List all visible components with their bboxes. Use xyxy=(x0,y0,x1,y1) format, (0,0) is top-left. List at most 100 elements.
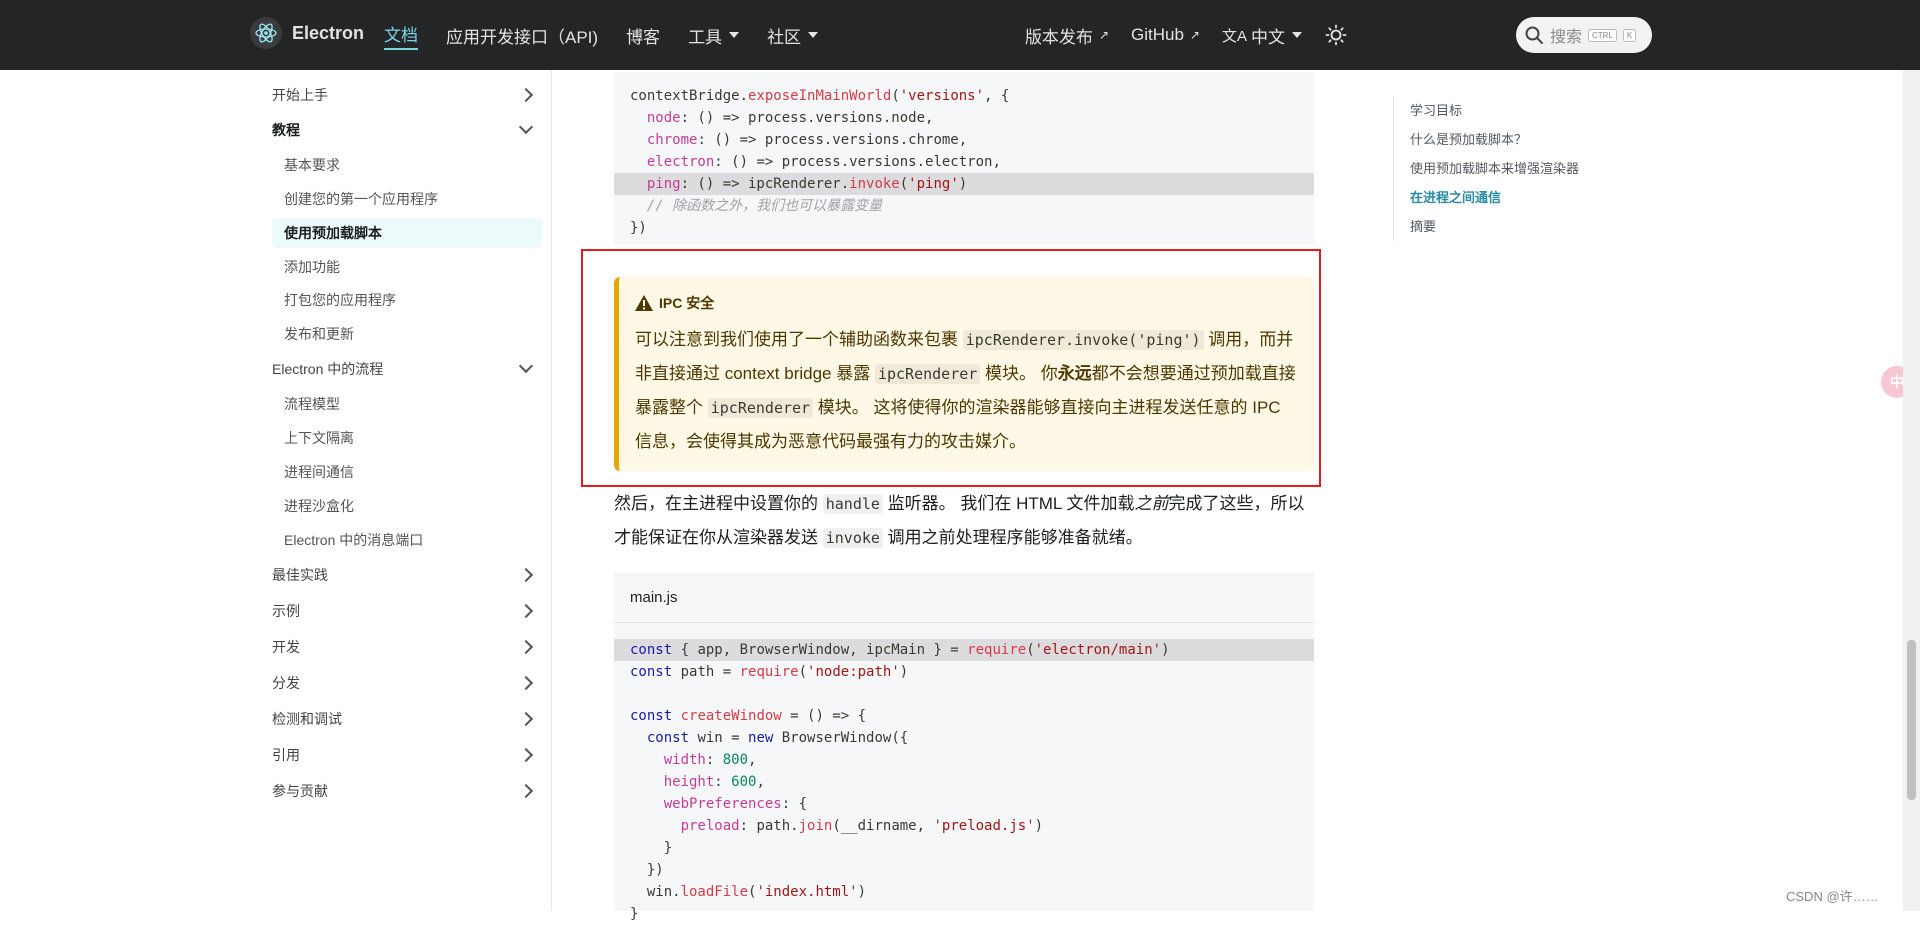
brand-name: Electron xyxy=(292,22,365,43)
sidebar-item-message-ports[interactable]: Electron 中的消息端口 xyxy=(272,525,542,555)
code-line-highlighted: const { app, BrowserWindow, ipcMain } = … xyxy=(614,639,1314,661)
sidebar-item-label: 开始上手 xyxy=(272,87,328,103)
sidebar-item-references[interactable]: 引用 xyxy=(272,740,537,770)
sidebar-item-label: 开发 xyxy=(272,639,300,655)
toc-item-augment-renderer[interactable]: 使用预加载脚本来增强渲染器 xyxy=(1410,154,1623,183)
code-line: win.loadFile('index.html') xyxy=(630,884,867,900)
sidebar-item-sandbox[interactable]: 进程沙盒化 xyxy=(272,491,542,521)
sidebar-item-contributing[interactable]: 参与贡献 xyxy=(272,776,537,806)
sidebar-item-development[interactable]: 开发 xyxy=(272,632,537,662)
page-scrollbar[interactable] xyxy=(1903,70,1920,911)
sidebar-item-label: Electron 中的流程 xyxy=(272,361,384,377)
nav-docs[interactable]: 文档 xyxy=(384,21,418,50)
electron-logo-icon xyxy=(250,17,282,49)
search-icon xyxy=(1525,26,1543,44)
translate-icon: 文A xyxy=(1221,27,1247,45)
sidebar-item-label: 示例 xyxy=(272,603,300,619)
sidebar-item-best-practices[interactable]: 最佳实践 xyxy=(272,560,537,590)
sidebar-item-label: 分发 xyxy=(272,675,300,691)
nav-releases[interactable]: 版本发布 ↗ xyxy=(1025,23,1109,48)
code-line: }) xyxy=(630,862,664,878)
sidebar-item-context-isolation[interactable]: 上下文隔离 xyxy=(272,423,542,453)
secondary-nav: 版本发布 ↗ GitHub ↗ 文A 中文 xyxy=(1025,0,1348,70)
toc-item-ipc[interactable]: 在进程之间通信 xyxy=(1410,183,1623,212)
sidebar-item-publishing[interactable]: 发布和更新 xyxy=(272,319,542,349)
kbd-k: K xyxy=(1622,28,1637,42)
code-line: chrome: () => process.versions.chrome, xyxy=(646,132,968,148)
sidebar-item-label: 引用 xyxy=(272,747,300,763)
sidebar-item-prerequisites[interactable]: 基本要求 xyxy=(272,150,542,180)
scrollbar-thumb[interactable] xyxy=(1907,640,1916,800)
sidebar-item-process-model[interactable]: 流程模型 xyxy=(272,389,542,419)
sidebar-item-getting-started[interactable]: 开始上手 xyxy=(272,80,537,110)
sidebar-item-ipc[interactable]: 进程间通信 xyxy=(272,457,542,487)
nav-community-label: 社区 xyxy=(767,27,802,47)
sidebar-item-label: 检测和调试 xyxy=(272,711,342,727)
nav-github[interactable]: GitHub ↗ xyxy=(1131,25,1200,45)
sun-icon xyxy=(1325,24,1347,46)
language-dropdown[interactable]: 文A 中文 xyxy=(1222,23,1302,48)
sidebar-item-preload[interactable]: 使用预加载脚本 xyxy=(272,218,542,248)
inline-code: invoke xyxy=(822,528,883,548)
code-line: height: 600, xyxy=(663,774,765,790)
nav-blog[interactable]: 博客 xyxy=(626,23,660,48)
text: 然后，在主进程中设置你的 xyxy=(614,494,823,513)
nav-api[interactable]: 应用开发接口（API) xyxy=(446,23,598,48)
sidebar-item-features[interactable]: 添加功能 xyxy=(272,252,542,282)
chevron-right-icon xyxy=(518,711,534,727)
code-line-highlighted: ping: () => ipcRenderer.invoke('ping') xyxy=(614,173,1314,195)
primary-nav: 文档 应用开发接口（API) 博客 工具 社区 xyxy=(384,0,819,70)
caret-down-icon xyxy=(729,32,740,38)
caret-down-icon xyxy=(808,32,819,38)
content-paragraph: 然后，在主进程中设置你的 handle 监听器。 我们在 HTML 文件加载之前… xyxy=(614,487,1314,555)
sidebar-item-distribution[interactable]: 分发 xyxy=(272,668,537,698)
nav-community-dropdown[interactable]: 社区 xyxy=(767,23,819,48)
sidebar-item-packaging[interactable]: 打包您的应用程序 xyxy=(272,285,542,315)
code-line: contextBridge.exposeInMainWorld('version… xyxy=(630,88,1010,104)
search-placeholder: 搜索 xyxy=(1550,29,1583,46)
sidebar-item-processes[interactable]: Electron 中的流程 xyxy=(272,354,537,384)
watermark-text: CSDN @许…… xyxy=(1786,889,1879,904)
code-line: webPreferences: { xyxy=(663,796,808,812)
code-line: const path = require('node:path') xyxy=(630,664,909,680)
nav-github-label: GitHub xyxy=(1131,25,1184,44)
code-line: } xyxy=(630,906,639,922)
toc-item-goals[interactable]: 学习目标 xyxy=(1410,96,1623,125)
theme-toggle-button[interactable] xyxy=(1324,23,1348,47)
chevron-right-icon xyxy=(518,747,534,763)
caret-down-icon xyxy=(1292,32,1302,38)
docs-sidebar: 开始上手 教程 基本要求 创建您的第一个应用程序 使用预加载脚本 添加功能 打包… xyxy=(262,70,552,911)
table-of-contents: 学习目标 什么是预加载脚本？ 使用预加载脚本来增强渲染器 在进程之间通信 摘要 xyxy=(1393,96,1623,241)
code-line: node: () => process.versions.node, xyxy=(646,110,934,126)
kbd-ctrl: CTRL xyxy=(1588,28,1617,42)
annotation-highlight-box xyxy=(581,249,1321,487)
sidebar-item-tutorial[interactable]: 教程 xyxy=(272,115,537,145)
nav-releases-label: 版本发布 xyxy=(1024,27,1093,47)
nav-tools-dropdown[interactable]: 工具 xyxy=(688,23,740,48)
sidebar-item-first-app[interactable]: 创建您的第一个应用程序 xyxy=(272,184,542,214)
code-line: }) xyxy=(630,220,647,236)
code-line: electron: () => process.versions.electro… xyxy=(646,154,1001,170)
code-line: preload: path.join(__dirname, 'preload.j… xyxy=(680,818,1044,834)
chevron-down-icon xyxy=(518,358,534,374)
nav-tools-label: 工具 xyxy=(688,27,723,47)
sidebar-item-label: 最佳实践 xyxy=(272,567,328,583)
toc-item-summary[interactable]: 摘要 xyxy=(1410,212,1623,241)
code-line: const createWindow = () => { xyxy=(630,708,867,724)
toc-item-what-is-preload[interactable]: 什么是预加载脚本？ xyxy=(1410,125,1623,154)
external-link-icon: ↗ xyxy=(1098,28,1109,42)
code-block-preload: contextBridge.exposeInMainWorld('version… xyxy=(614,72,1314,244)
chevron-right-icon xyxy=(518,675,534,691)
sidebar-item-label: 教程 xyxy=(272,122,300,138)
chevron-right-icon xyxy=(518,639,534,655)
sidebar-item-examples[interactable]: 示例 xyxy=(272,596,537,626)
search-button[interactable]: 搜索 CTRL K xyxy=(1516,17,1652,53)
code-line: const win = new BrowserWindow({ xyxy=(646,730,909,746)
brand-link[interactable]: Electron xyxy=(250,17,364,49)
chevron-right-icon xyxy=(518,87,534,103)
code-line: } xyxy=(630,840,673,856)
code-line: // 除函数之外，我们也可以暴露变量 xyxy=(646,198,883,214)
sidebar-item-testing[interactable]: 检测和调试 xyxy=(272,704,537,734)
chevron-right-icon xyxy=(518,783,534,799)
